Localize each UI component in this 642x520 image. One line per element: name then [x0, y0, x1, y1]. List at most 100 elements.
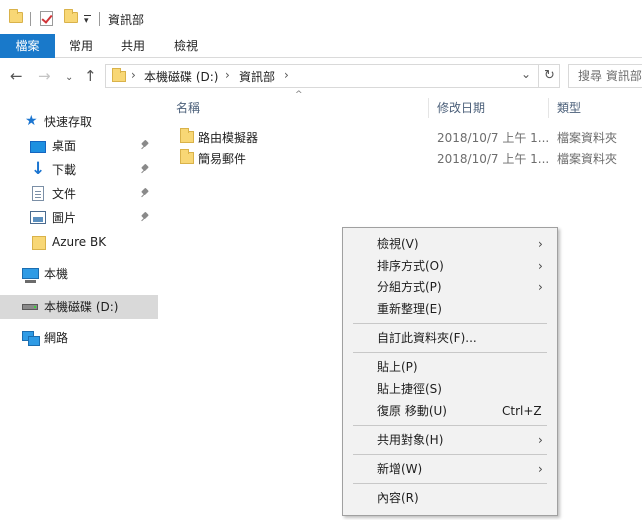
menu-item-label: 內容(R): [377, 491, 419, 505]
sidebar-item-label: 網路: [44, 331, 69, 345]
menu-separator: [353, 352, 547, 353]
back-arrow-icon[interactable]: ←: [10, 68, 23, 84]
menu-item-give-access[interactable]: 共用對象(H) ›: [343, 429, 557, 451]
list-item[interactable]: 路由模擬器 2018/10/7 上午 1... 檔案資料夾: [158, 126, 642, 148]
tab-share[interactable]: 共用: [112, 34, 154, 58]
chevron-right-icon: ›: [538, 259, 543, 273]
pin-icon: [141, 165, 149, 175]
menu-item-refresh[interactable]: 重新整理(E): [343, 298, 557, 320]
list-item[interactable]: 簡易郵件 2018/10/7 上午 1... 檔案資料夾: [158, 147, 642, 169]
menu-item-shortcut: Ctrl+Z: [502, 404, 542, 418]
menu-separator: [353, 454, 547, 455]
pin-icon: [141, 141, 149, 151]
chevron-right-icon: ›: [538, 462, 543, 476]
folder-icon: [180, 149, 194, 164]
sidebar-item-drive-d[interactable]: 本機磁碟 (D:): [0, 295, 158, 319]
menu-item-paste-shortcut[interactable]: 貼上捷徑(S): [343, 378, 557, 400]
sidebar-item-label: 快速存取: [44, 115, 93, 129]
refresh-icon[interactable]: ↻: [538, 65, 560, 87]
network-icon: [22, 331, 40, 346]
column-divider[interactable]: [428, 98, 429, 118]
navigation-pane: ★ 快速存取 桌面 ↓ 下載 文件 圖片 Azure BK 本機 本機磁碟 (D…: [0, 96, 158, 520]
column-header-type[interactable]: 類型: [557, 96, 581, 120]
separator: [99, 12, 100, 26]
pin-icon: [141, 189, 149, 199]
sidebar-item-pictures[interactable]: 圖片: [0, 206, 158, 230]
tab-view[interactable]: 檢視: [165, 34, 207, 58]
menu-item-label: 重新整理(E): [377, 302, 442, 316]
tab-home[interactable]: 常用: [60, 34, 102, 58]
address-history-chevron-down-icon[interactable]: ⌄: [521, 67, 531, 81]
menu-item-label: 新增(W): [377, 462, 423, 476]
menu-item-new[interactable]: 新增(W) ›: [343, 458, 557, 480]
menu-item-label: 分組方式(P): [377, 280, 442, 294]
sidebar-item-label: 圖片: [52, 211, 77, 225]
menu-item-label: 共用對象(H): [377, 433, 444, 447]
pin-icon: [141, 213, 149, 223]
breadcrumb-chevron-right-icon[interactable]: ›: [131, 68, 136, 82]
sidebar-item-azure-bk[interactable]: Azure BK: [0, 230, 158, 254]
menu-item-paste[interactable]: 貼上(P): [343, 356, 557, 378]
title-bar: ▾ 資訊部: [0, 0, 642, 34]
sidebar-item-documents[interactable]: 文件: [0, 182, 158, 206]
sidebar-item-label: Azure BK: [52, 235, 107, 249]
picture-icon: [30, 211, 46, 224]
folder-icon: [32, 236, 46, 250]
sidebar-item-desktop[interactable]: 桌面: [0, 134, 158, 158]
sort-ascending-icon: ^: [295, 90, 303, 100]
address-bar[interactable]: › 本機磁碟 (D:) › 資訊部 › ⌄ ↻: [105, 64, 560, 88]
column-divider[interactable]: [548, 98, 549, 118]
file-type: 檔案資料夾: [557, 152, 618, 166]
sidebar-item-label: 本機: [44, 267, 69, 281]
menu-item-customize-folder[interactable]: 自訂此資料夾(F)...: [343, 327, 557, 349]
tab-file[interactable]: 檔案: [0, 34, 55, 58]
sidebar-item-downloads[interactable]: ↓ 下載: [0, 158, 158, 182]
star-icon: ★: [25, 113, 38, 129]
properties-checkmark-icon[interactable]: [40, 11, 53, 26]
context-menu: 檢視(V) › 排序方式(O) › 分組方式(P) › 重新整理(E) 自訂此資…: [342, 227, 558, 516]
document-icon: [32, 186, 44, 201]
sidebar-item-label: 下載: [52, 163, 77, 177]
sidebar-item-label: 文件: [52, 187, 77, 201]
menu-item-sort-by[interactable]: 排序方式(O) ›: [343, 255, 557, 277]
recent-locations-chevron-down-icon[interactable]: ⌄: [65, 70, 73, 86]
drive-icon: [22, 304, 38, 310]
menu-item-undo-move[interactable]: 復原 移動(U) Ctrl+Z: [343, 400, 557, 422]
sidebar-item-label: 桌面: [52, 139, 77, 153]
search-input[interactable]: 搜尋 資訊部: [568, 64, 642, 88]
sidebar-item-this-pc[interactable]: 本機: [0, 262, 158, 286]
new-folder-icon[interactable]: [64, 9, 78, 23]
menu-item-label: 貼上(P): [377, 360, 418, 374]
column-header-name[interactable]: 名稱: [176, 96, 200, 120]
menu-item-label: 自訂此資料夾(F)...: [377, 331, 477, 345]
menu-item-label: 檢視(V): [377, 237, 419, 251]
sidebar-item-label: 本機磁碟 (D:): [44, 300, 119, 314]
chevron-right-icon: ›: [538, 433, 543, 447]
menu-separator: [353, 323, 547, 324]
menu-item-group-by[interactable]: 分組方式(P) ›: [343, 276, 557, 298]
ribbon-tabs: 檔案 常用 共用 檢視: [0, 34, 642, 58]
menu-item-label: 排序方式(O): [377, 259, 444, 273]
sidebar-item-network[interactable]: 網路: [0, 326, 158, 350]
navigation-bar: ← → ⌄ ↑ › 本機磁碟 (D:) › 資訊部 › ⌄ ↻ 搜尋 資訊部: [0, 58, 642, 96]
breadcrumb-folder[interactable]: 資訊部: [239, 68, 275, 85]
up-arrow-icon[interactable]: ↑: [84, 68, 97, 84]
menu-item-view[interactable]: 檢視(V) ›: [343, 233, 557, 255]
folder-icon: [112, 68, 126, 82]
file-name: 簡易郵件: [198, 152, 247, 166]
sidebar-item-quick-access[interactable]: ★ 快速存取: [0, 110, 158, 134]
breadcrumb-chevron-right-icon[interactable]: ›: [284, 68, 289, 82]
window-title: 資訊部: [108, 13, 145, 27]
download-icon: ↓: [31, 159, 46, 179]
separator: [30, 12, 31, 26]
forward-arrow-icon[interactable]: →: [38, 68, 51, 84]
column-header-modified[interactable]: 修改日期: [437, 96, 485, 120]
file-modified: 2018/10/7 上午 1...: [437, 152, 550, 166]
chevron-right-icon: ›: [538, 280, 543, 294]
file-name: 路由模擬器: [198, 131, 259, 145]
breadcrumb-drive[interactable]: 本機磁碟 (D:): [144, 68, 218, 85]
menu-item-properties[interactable]: 內容(R): [343, 487, 557, 509]
chevron-right-icon: ›: [538, 237, 543, 251]
quick-access-toolbar-dropdown-icon[interactable]: ▾: [84, 15, 91, 26]
breadcrumb-chevron-right-icon[interactable]: ›: [225, 68, 230, 82]
